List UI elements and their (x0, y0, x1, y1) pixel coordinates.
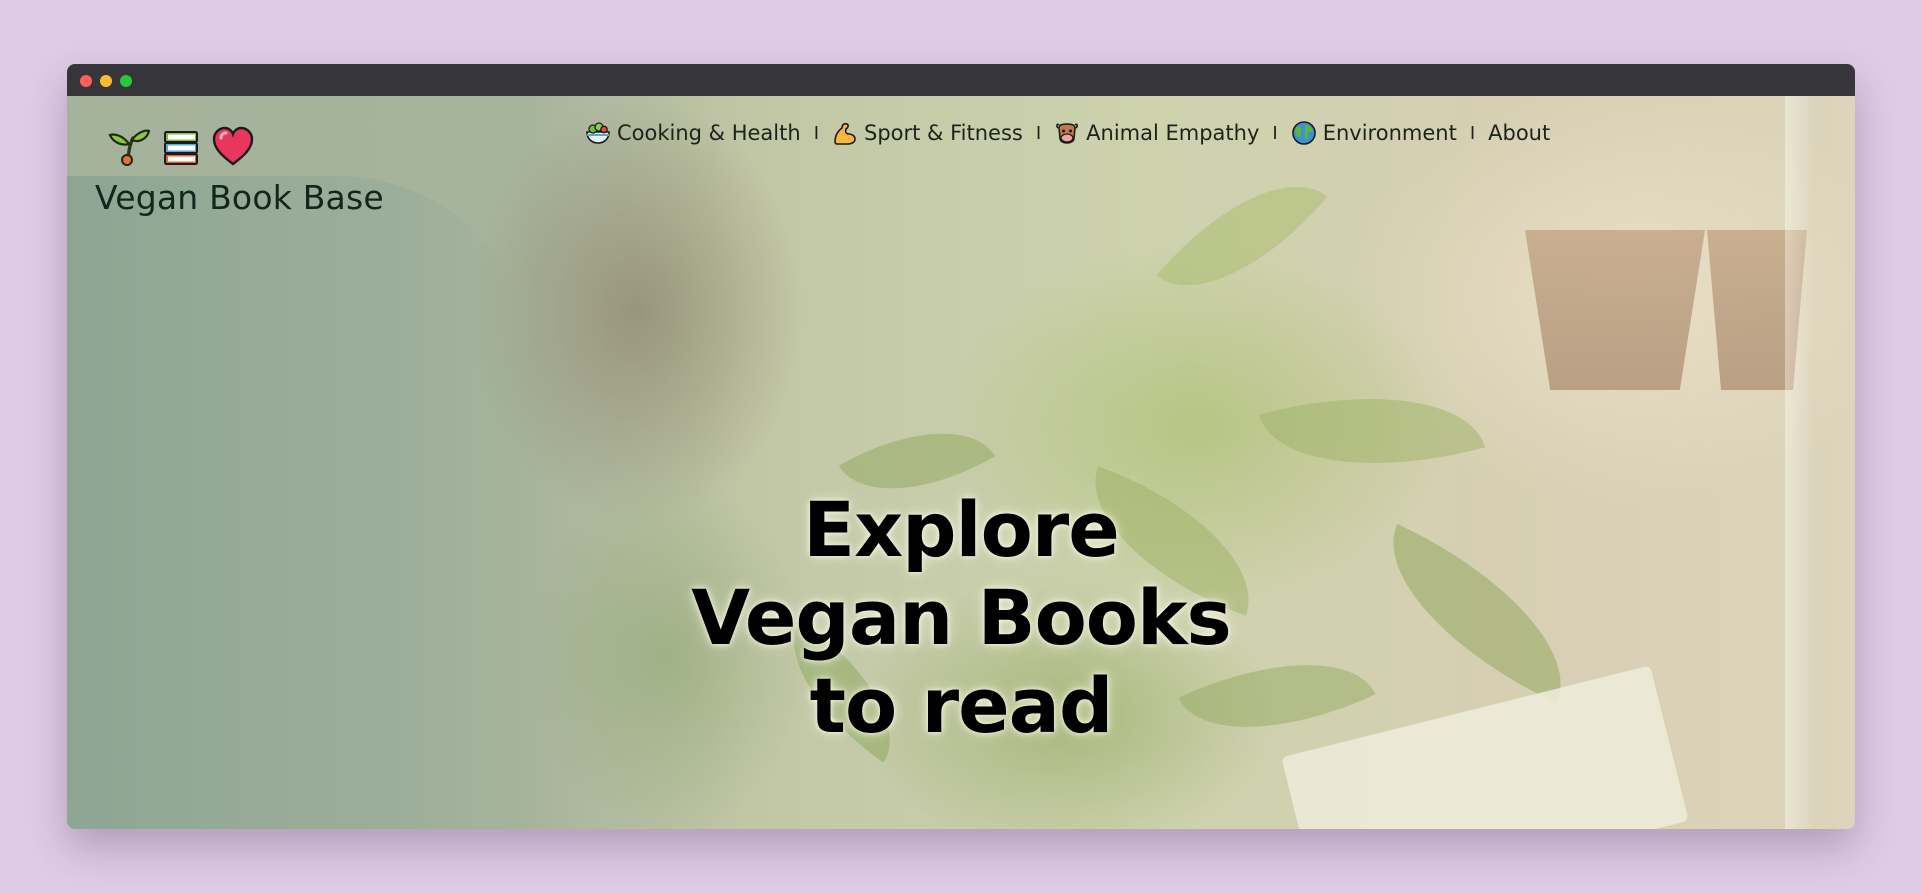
nav-label: About (1488, 121, 1551, 145)
nav-link-about[interactable]: About (1488, 121, 1550, 145)
nav-link-animal-empathy[interactable]: Animal Empathy (1054, 120, 1259, 146)
site-brand-name[interactable]: Vegan Book Base (95, 178, 384, 217)
nav-label: Sport & Fitness (864, 121, 1023, 145)
hero-section: Vegan Book Base Cooking & Health I Sport… (67, 96, 1855, 829)
nav-label: Animal Empathy (1086, 121, 1260, 145)
close-window-button[interactable] (80, 75, 92, 87)
window-titlebar (67, 64, 1855, 96)
background-leaf (1258, 360, 1486, 502)
background-pot (1525, 230, 1705, 390)
hero-headline-line: to read (809, 661, 1114, 750)
browser-window: Vegan Book Base Cooking & Health I Sport… (67, 64, 1855, 829)
nav-link-cooking-health[interactable]: Cooking & Health (585, 120, 801, 146)
hero-headline-line: Explore (803, 485, 1120, 574)
flexed-arm-icon (834, 122, 856, 145)
nav-separator: I (813, 122, 819, 144)
nav-label: Cooking & Health (617, 121, 801, 145)
globe-icon (1291, 121, 1316, 145)
cow-icon (1056, 123, 1079, 144)
maximize-window-button[interactable] (120, 75, 132, 87)
seedling-icon (108, 129, 151, 166)
background-leaf (1156, 145, 1328, 327)
hero-headline: Explore Vegan Books to read (67, 486, 1855, 750)
nav-link-environment[interactable]: Environment (1291, 120, 1457, 146)
hero-headline-line: Vegan Books (691, 573, 1232, 662)
books-icon (164, 131, 198, 165)
heart-icon (212, 126, 254, 166)
salad-icon (586, 122, 610, 144)
minimize-window-button[interactable] (100, 75, 112, 87)
nav-link-sport-fitness[interactable]: Sport & Fitness (832, 120, 1023, 146)
nav-separator: I (1035, 122, 1042, 144)
main-nav: Cooking & Health I Sport & Fitness I Ani… (585, 120, 1550, 146)
nav-label: Environment (1322, 121, 1457, 145)
site-logo[interactable] (107, 124, 255, 168)
nav-separator: I (1272, 122, 1278, 144)
nav-separator: I (1469, 122, 1476, 144)
